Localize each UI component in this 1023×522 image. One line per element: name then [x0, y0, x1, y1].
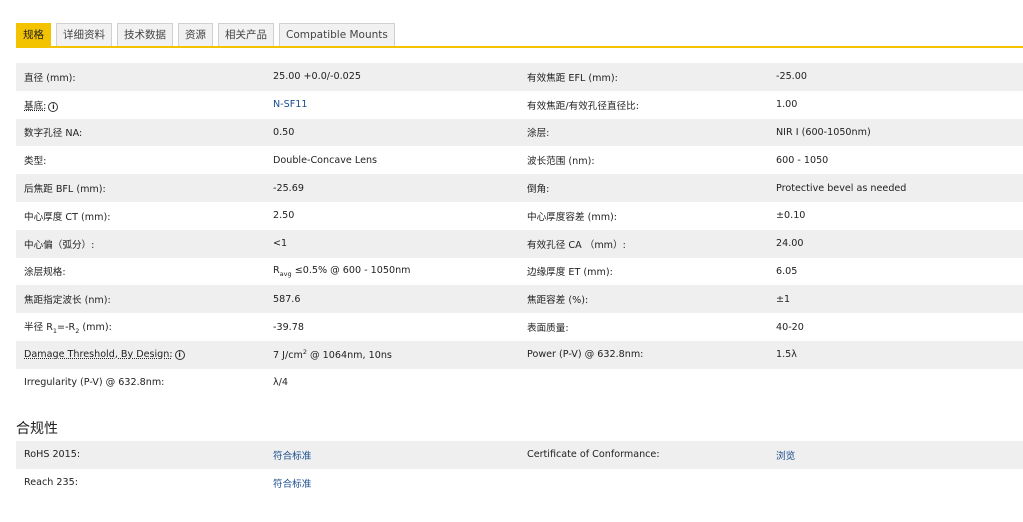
spec-label-wavelength-range: 波长范围 (nm): [527, 156, 595, 168]
compliance-table: RoHS 2015: 符合标准 Certificate of Conforman… [16, 441, 1023, 497]
tab-technical-data[interactable]: 技术数据 [117, 23, 173, 46]
spec-label-centering: 中心偏（弧分）: [24, 239, 95, 251]
spec-value-clear-aperture: 24.00 [776, 238, 804, 250]
spec-label-irregularity: Irregularity (P-V) @ 632.8nm: [24, 377, 165, 389]
spec-label-focal-tolerance: 焦距容差 (%): [527, 295, 589, 307]
ravg-rest: ≤0.5% @ 600 - 1050nm [291, 265, 411, 277]
spec-value-efl: -25.00 [776, 71, 807, 83]
tab-related-products[interactable]: 相关产品 [218, 23, 274, 46]
spec-label-clear-aperture: 有效孔径 CA （mm）: [527, 239, 626, 251]
spec-value-na: 0.50 [273, 126, 295, 138]
spec-label-efl: 有效焦距 EFL (mm): [527, 72, 618, 84]
compliance-label-rohs: RoHS 2015: [24, 449, 81, 461]
ravg-r: R [273, 265, 280, 277]
spec-row: 涂层规格: Ravg ≤0.5% @ 600 - 1050nm 边缘厚度 ET … [16, 258, 1023, 286]
spec-row: 焦距指定波长 (nm): 587.6 焦距容差 (%): ±1 [16, 285, 1023, 314]
spec-label-surface-quality: 表面质量: [527, 323, 569, 335]
spec-label-bevel: 倒角: [527, 184, 550, 196]
spec-row: 直径 (mm): 25.00 +0.0/-0.025 有效焦距 EFL (mm)… [16, 63, 1023, 91]
spec-value-coating: NIR I (600-1050nm) [776, 126, 871, 138]
spec-row: 类型: Double-Concave Lens 波长范围 (nm): 600 -… [16, 146, 1023, 174]
spec-value-ct: 2.50 [273, 210, 295, 222]
spec-label-type: 类型: [24, 156, 47, 168]
spec-value-type: Double-Concave Lens [273, 154, 378, 166]
spec-label-coating: 涂层: [527, 128, 550, 140]
certificate-view-link[interactable]: 浏览 [768, 448, 1023, 462]
compliance-title: 合规性 [16, 421, 58, 437]
spec-value-bevel: Protective bevel as needed [776, 182, 907, 194]
spec-label-substrate[interactable]: 基底: i [16, 98, 265, 112]
spec-value-centering: <1 [273, 238, 288, 250]
compliance-row: Reach 235: 符合标准 [16, 469, 1023, 497]
spec-value-et: 6.05 [776, 265, 798, 277]
compliance-label-reach: Reach 235: [24, 477, 78, 489]
spec-label-et: 边缘厚度 ET (mm): [527, 267, 613, 279]
spec-row: 中心偏（弧分）: <1 有效孔径 CA （mm）: 24.00 [16, 229, 1023, 258]
spec-value-radius: -39.78 [273, 321, 304, 333]
tab-resources[interactable]: 资源 [178, 23, 213, 46]
spec-label-power: Power (P-V) @ 632.8nm: [527, 349, 644, 361]
spec-row: 基底: i N-SF11 有效焦距/有效孔径直径比: 1.00 [16, 91, 1023, 119]
info-icon[interactable]: i [48, 101, 59, 112]
spec-label-ct-tolerance: 中心厚度容差 (mm): [527, 211, 618, 223]
damage-threshold-label-text: Damage Threshold, By Design: [24, 349, 173, 361]
spec-value-irregularity: λ/4 [273, 377, 289, 389]
compliance-label-certificate: Certificate of Conformance: [527, 449, 660, 461]
tab-compatible-mounts[interactable]: Compatible Mounts [279, 23, 395, 46]
tab-specifications[interactable]: 规格 [16, 23, 51, 46]
spec-row: 中心厚度 CT (mm): 2.50 中心厚度容差 (mm): ±0.10 [16, 202, 1023, 230]
spec-row: Irregularity (P-V) @ 632.8nm: λ/4 [16, 369, 1023, 397]
compliance-row: RoHS 2015: 符合标准 Certificate of Conforman… [16, 441, 1023, 469]
radius-post: (mm): [79, 322, 112, 334]
spec-label-ct: 中心厚度 CT (mm): [24, 211, 111, 223]
tab-details[interactable]: 详细资料 [56, 23, 112, 46]
substrate-label-text: 基底: [24, 100, 47, 112]
spec-value-ct-tolerance: ±0.10 [776, 210, 806, 222]
spec-label-radius: 半径 R1=-R2 (mm): [16, 319, 265, 335]
spec-label-f-number: 有效焦距/有效孔径直径比: [527, 100, 639, 112]
radius-mid: =-R [57, 322, 76, 334]
spec-value-coating-spec: Ravg ≤0.5% @ 600 - 1050nm [265, 265, 519, 278]
spec-row: Damage Threshold, By Design: i 7 J/cm2 @ … [16, 340, 1023, 369]
damage-pre: 7 J/cm [273, 350, 303, 362]
spec-label-coating-spec: 涂层规格: [24, 267, 66, 279]
spec-label-bfl: 后焦距 BFL (mm): [24, 184, 106, 196]
spec-value-power: 1.5λ [776, 349, 797, 361]
reach-compliant-link[interactable]: 符合标准 [265, 476, 519, 490]
damage-post: @ 1064nm, 10ns [306, 350, 392, 362]
tab-bar: 规格 详细资料 技术数据 资源 相关产品 Compatible Mounts [16, 22, 1023, 48]
spec-label-diameter: 直径 (mm): [24, 72, 76, 84]
rohs-compliant-link[interactable]: 符合标准 [265, 448, 519, 462]
spec-value-f-number: 1.00 [776, 99, 798, 111]
substrate-link[interactable]: N-SF11 [265, 99, 519, 110]
spec-label-na: 数字孔径 NA: [24, 128, 83, 140]
radius-pre: 半径 R [24, 322, 53, 334]
spec-label-design-wavelength: 焦距指定波长 (nm): [24, 295, 111, 307]
spec-value-focal-tolerance: ±1 [776, 293, 791, 305]
spec-value-wavelength-range: 600 - 1050 [776, 154, 829, 166]
spec-value-diameter: 25.00 +0.0/-0.025 [273, 71, 361, 83]
spec-value-bfl: -25.69 [273, 182, 304, 194]
specifications-table: 直径 (mm): 25.00 +0.0/-0.025 有效焦距 EFL (mm)… [16, 63, 1023, 397]
spec-value-damage-threshold: 7 J/cm2 @ 1064nm, 10ns [265, 348, 519, 361]
spec-value-surface-quality: 40-20 [776, 321, 804, 333]
ravg-subscript: avg [279, 269, 292, 278]
info-icon[interactable]: i [174, 350, 185, 361]
spec-row: 后焦距 BFL (mm): -25.69 倒角: Protective beve… [16, 174, 1023, 202]
spec-label-damage-threshold[interactable]: Damage Threshold, By Design: i [16, 349, 265, 361]
spec-row: 半径 R1=-R2 (mm): -39.78 表面质量: 40-20 [16, 313, 1023, 341]
spec-value-design-wavelength: 587.6 [273, 293, 301, 305]
spec-row: 数字孔径 NA: 0.50 涂层: NIR I (600-1050nm) [16, 118, 1023, 147]
